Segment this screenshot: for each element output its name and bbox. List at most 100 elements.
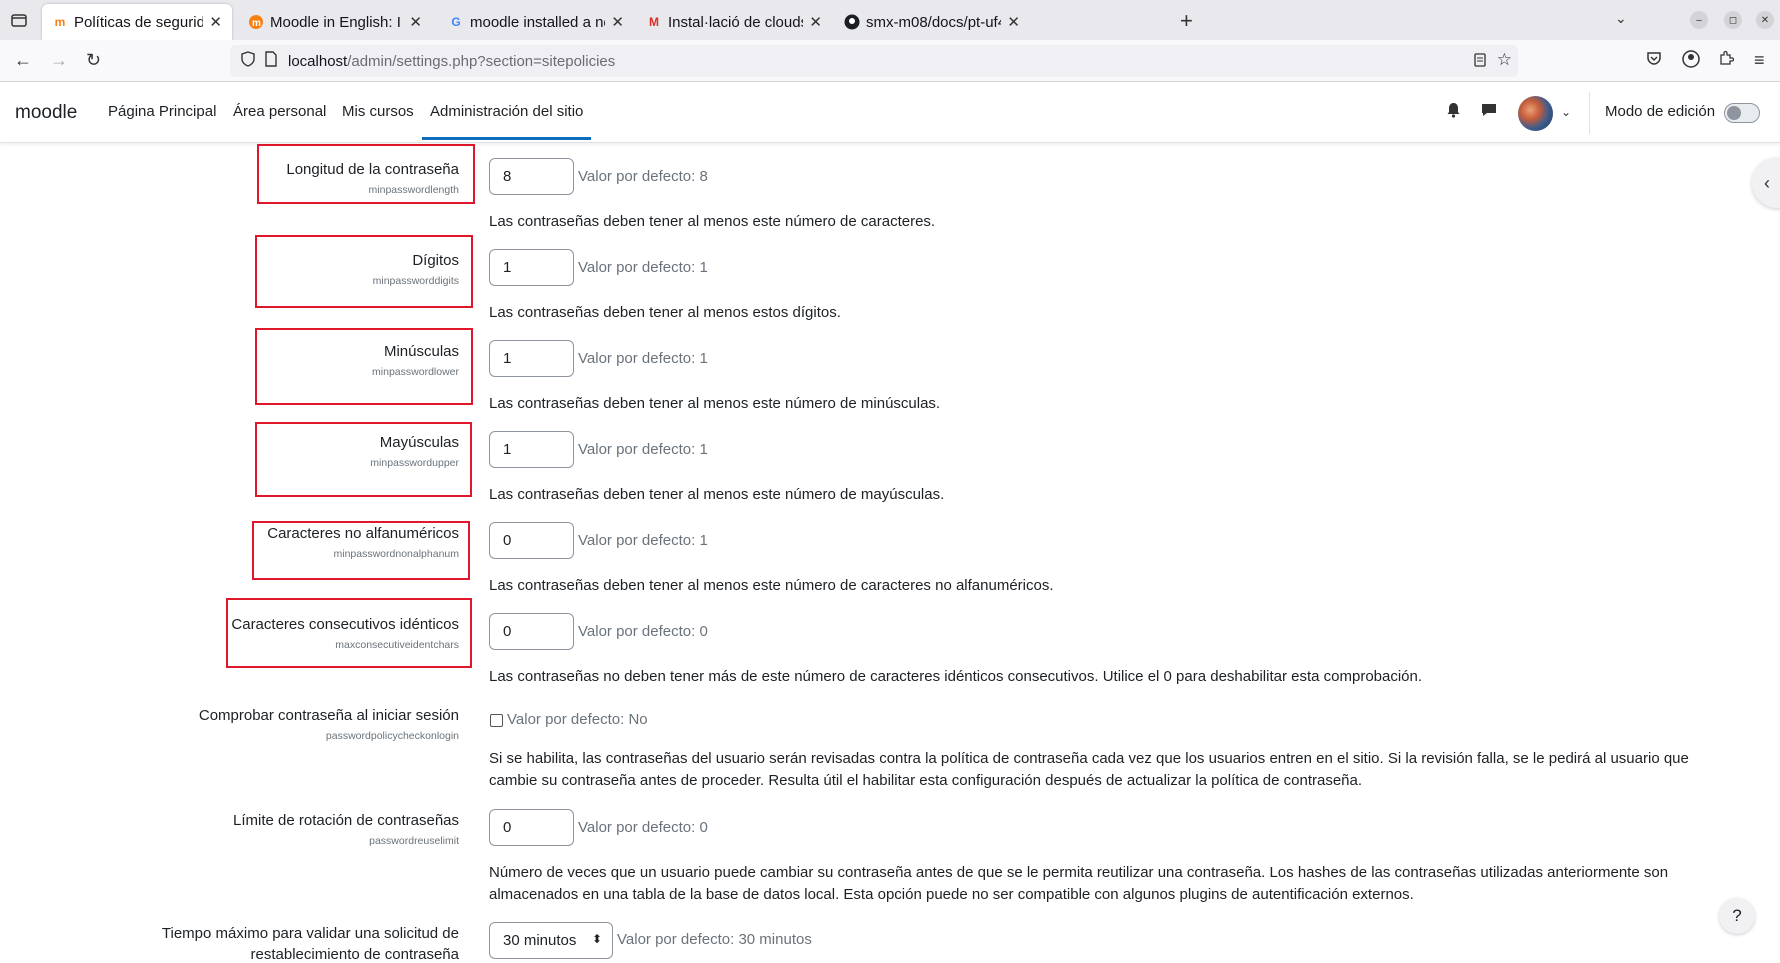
setting-label: Dígitos [412,252,459,269]
messages-icon[interactable] [1481,102,1497,123]
browser-tab-2[interactable]: m Moodle in English: I Chang ✕ [238,4,432,40]
default-value: Valor por defecto: 1 [578,532,708,549]
close-tab-icon[interactable]: ✕ [409,13,422,31]
site-logo[interactable]: moodle [15,102,77,124]
passwordpolicycheckonlogin-checkbox[interactable] [490,714,503,727]
browser-tab-3[interactable]: G moodle installed a new th ✕ [438,4,634,40]
nav-site-administration[interactable]: Administración del sitio [422,103,592,140]
setting-key: minpasswordnonalphanum [333,548,460,560]
default-value: Valor por defecto: No [507,711,648,728]
browser-tabstrip: m Políticas de seguridad del ✕ m Moodle … [0,0,1780,40]
browser-tab-1[interactable]: m Políticas de seguridad del ✕ [42,4,232,40]
setting-label: Minúsculas [383,343,459,360]
default-value: Valor por defecto: 1 [578,350,708,367]
setting-key: minpasswordupper [370,457,459,469]
gmail-icon: M [649,15,659,29]
password-reset-time-select[interactable]: 30 minutos ⬍ [489,922,613,959]
account-icon[interactable] [1682,50,1700,73]
restore-icon[interactable]: ◻ [1724,11,1742,29]
avatar[interactable] [1518,96,1553,131]
default-value: Valor por defecto: 0 [578,819,708,836]
minpassworddigits-input[interactable] [489,249,574,286]
setting-description: Las contraseñas deben tener al menos est… [489,577,1054,594]
moodle-header: moodle Página Principal Área personal Mi… [0,82,1780,143]
close-tab-icon[interactable]: ✕ [611,13,624,31]
maxconsecutiveidentchars-input[interactable] [489,613,574,650]
moodle-orange-icon: m [248,14,264,30]
setting-key: minpasswordlength [368,184,459,196]
browser-toolbar: ← → ↻ localhost/admin/settings.php?secti… [0,40,1780,82]
setting-label: Comprobar contraseña al iniciar sesión [198,707,459,724]
help-button[interactable]: ? [1719,898,1755,934]
back-icon[interactable]: ← [14,50,32,71]
setting-description: Número de veces que un usuario puede cam… [489,864,1669,903]
pocket-icon[interactable] [1646,50,1662,71]
shield-icon[interactable] [240,51,256,71]
setting-label: Caracteres no alfanuméricos [267,525,459,542]
reload-icon[interactable]: ↻ [86,50,101,71]
setting-label: Límite de rotación de contraseñas [233,812,459,829]
url-host: localhost [288,52,348,70]
reader-view-icon[interactable] [1472,52,1488,72]
chevron-down-icon[interactable]: ⌄ [1561,105,1571,119]
default-value: Valor por defecto: 1 [578,259,708,276]
setting-description: Las contraseñas deben tener al menos est… [489,304,841,321]
setting-key: passwordpolicycheckonlogin [325,730,459,742]
bell-icon[interactable] [1446,102,1461,123]
nav-home[interactable]: Página Principal [108,103,216,120]
minpasswordupper-input[interactable] [489,431,574,468]
setting-label: Longitud de la contraseña [286,161,459,178]
passwordreuselimit-input[interactable] [489,809,574,846]
minpasswordnonalphanum-input[interactable] [489,522,574,559]
edit-mode-label: Modo de edición [1605,103,1716,120]
tab-list-icon[interactable] [10,11,28,29]
minpasswordlower-input[interactable] [489,340,574,377]
browser-tab-4[interactable]: M Instal·lació de clouds - mn ✕ [636,4,832,40]
browser-tab-5[interactable]: smx-m08/docs/pt-uf4.md ✕ [834,4,1030,40]
setting-label: Mayúsculas [379,434,459,451]
setting-label: Caracteres consecutivos idénticos [231,616,459,633]
chevron-down-icon[interactable]: ⌄ [1615,10,1627,27]
divider [1589,92,1590,134]
bookmark-star-icon[interactable]: ☆ [1497,50,1512,70]
menu-icon[interactable]: ≡ [1754,50,1765,71]
minimize-icon[interactable]: – [1690,11,1708,29]
edit-mode-toggle[interactable] [1724,103,1760,123]
nav-my-courses[interactable]: Mis cursos [342,103,414,120]
setting-key: maxconsecutiveidentchars [335,639,459,651]
google-icon: G [451,15,461,29]
setting-key: minpasswordlower [372,366,459,378]
chevron-left-icon: ‹ [1764,172,1770,193]
highlight-box [226,598,472,668]
setting-description: Las contraseñas deben tener al menos est… [489,486,945,503]
forward-icon[interactable]: → [50,50,68,71]
setting-key: passwordreuselimit [369,835,459,847]
close-tab-icon[interactable]: ✕ [1007,13,1020,31]
setting-description: Las contraseñas no deben tener más de es… [489,668,1423,685]
url-path: /admin/settings.php?section=sitepolicies [347,52,616,70]
svg-text:m: m [252,18,261,29]
moodle-icon: m [54,15,66,29]
highlight-box [255,235,473,308]
github-icon [844,14,860,30]
close-tab-icon[interactable]: ✕ [809,13,822,31]
extensions-icon[interactable] [1718,50,1735,71]
nav-dashboard[interactable]: Área personal [233,103,326,120]
close-tab-icon[interactable]: ✕ [209,13,222,31]
default-value: Valor por defecto: 30 minutos [617,931,812,948]
select-arrows-icon: ⬍ [591,932,602,946]
setting-key: minpassworddigits [372,275,459,287]
setting-label-line2: restablecimiento de contraseña [250,946,459,963]
setting-description: Las contraseñas deben tener al menos est… [489,395,941,412]
setting-label: Tiempo máximo para validar una solicitud… [161,925,459,942]
default-value: Valor por defecto: 0 [578,623,708,640]
setting-description: Si se habilita, las contraseñas del usua… [489,750,1689,789]
page-icon [264,51,278,71]
close-window-icon[interactable]: ✕ [1756,11,1774,29]
default-value: Valor por defecto: 8 [578,168,708,185]
new-tab-icon[interactable]: + [1180,8,1193,34]
default-value: Valor por defecto: 1 [578,441,708,458]
url-bar[interactable]: localhost/admin/settings.php?section=sit… [230,45,1518,77]
open-drawer-button[interactable]: ‹ [1752,158,1780,208]
minpasswordlength-input[interactable] [489,158,574,195]
